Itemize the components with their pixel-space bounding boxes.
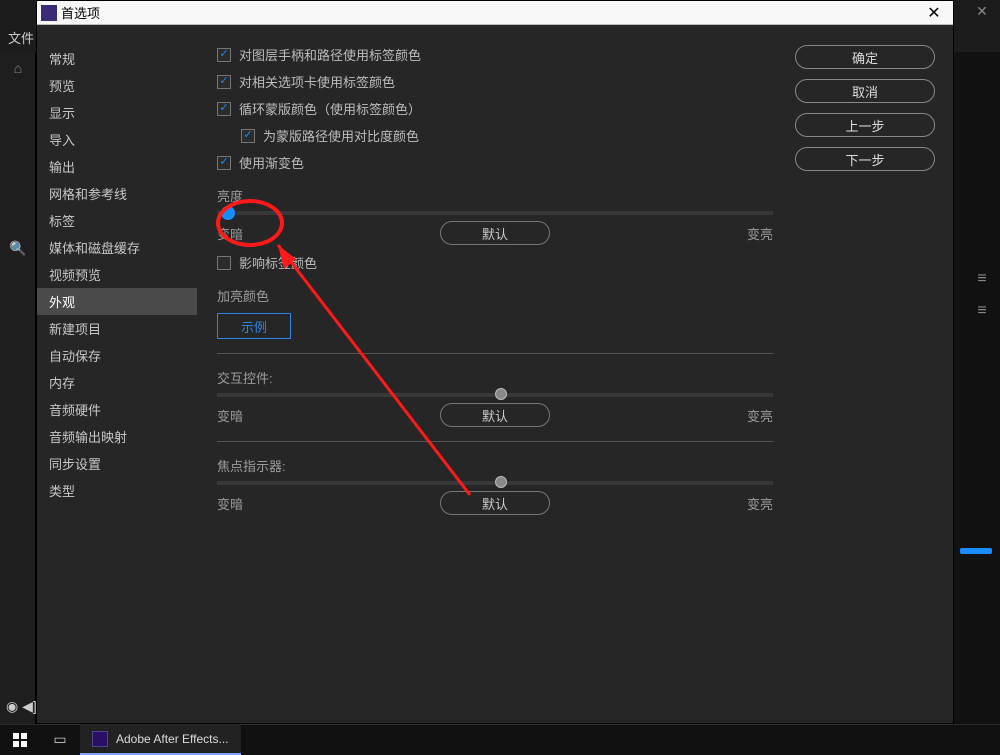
taskbar-app-after-effects[interactable]: Adobe After Effects...: [80, 725, 241, 755]
right-rail-icons: ≡ ≡: [964, 270, 1000, 334]
focus-slider[interactable]: 变暗 默认 变亮: [217, 481, 773, 515]
brightness-slider[interactable]: 变暗 默认 变亮: [217, 211, 773, 245]
taskbar-app-label: Adobe After Effects...: [116, 732, 229, 746]
sidebar-item-9[interactable]: 外观: [37, 288, 197, 315]
sidebar-item-6[interactable]: 标签: [37, 207, 197, 234]
hamburger-icon[interactable]: ≡: [964, 270, 1000, 302]
label: 对图层手柄和路径使用标签颜色: [239, 45, 421, 64]
sidebar-item-15[interactable]: 同步设置: [37, 450, 197, 477]
checkbox-affect-label-color[interactable]: [217, 256, 231, 270]
close-button[interactable]: ✕: [915, 1, 953, 25]
sidebar-item-13[interactable]: 音频硬件: [37, 396, 197, 423]
checkbox-layer-handles[interactable]: [217, 48, 231, 62]
ok-button[interactable]: 确定: [795, 45, 935, 69]
sidebar-item-12[interactable]: 内存: [37, 369, 197, 396]
search-icon[interactable]: 🔍: [0, 240, 36, 280]
checkbox-cycle-mask[interactable]: [217, 102, 231, 116]
interactive-thumb[interactable]: [495, 388, 507, 400]
left-tool-icons: ⌂ 🔍: [0, 60, 36, 280]
sidebar-item-14[interactable]: 音频输出映射: [37, 423, 197, 450]
sidebar-item-11[interactable]: 自动保存: [37, 342, 197, 369]
preferences-sidebar: 常规预览显示导入输出网格和参考线标签媒体和磁盘缓存视频预览外观新建项目自动保存内…: [37, 25, 197, 723]
sidebar-item-0[interactable]: 常规: [37, 45, 197, 72]
appearance-panel: 确定 取消 上一步 下一步 对图层手柄和路径使用标签颜色 对相关选项卡使用标签颜…: [197, 25, 953, 723]
checkbox-gradient[interactable]: [217, 156, 231, 170]
label: 影响标签颜色: [239, 253, 317, 272]
darker-label: 变暗: [217, 494, 243, 513]
action-buttons: 确定 取消 上一步 下一步: [795, 45, 935, 171]
cancel-button[interactable]: 取消: [795, 79, 935, 103]
interactive-default-button[interactable]: 默认: [440, 403, 550, 427]
sidebar-item-10[interactable]: 新建项目: [37, 315, 197, 342]
menu-file[interactable]: 文件: [8, 28, 34, 47]
darker-label: 变暗: [217, 406, 243, 425]
brightness-default-button[interactable]: 默认: [440, 221, 550, 245]
sidebar-item-3[interactable]: 导入: [37, 126, 197, 153]
separator: [217, 441, 773, 442]
sidebar-item-7[interactable]: 媒体和磁盘缓存: [37, 234, 197, 261]
separator: [217, 353, 773, 354]
sidebar-item-4[interactable]: 输出: [37, 153, 197, 180]
interactive-title: 交互控件:: [217, 368, 773, 387]
preview-toggle-icons[interactable]: ◉ ◀]: [0, 692, 37, 720]
accent-title: 加亮颜色: [217, 286, 773, 305]
prev-button[interactable]: 上一步: [795, 113, 935, 137]
ae-icon: [41, 5, 57, 21]
sidebar-item-16[interactable]: 类型: [37, 477, 197, 504]
focus-thumb[interactable]: [495, 476, 507, 488]
brighter-label: 变亮: [747, 494, 773, 513]
label: 对相关选项卡使用标签颜色: [239, 72, 395, 91]
home-icon[interactable]: ⌂: [0, 60, 36, 100]
start-button[interactable]: [0, 725, 40, 755]
accent-example-button[interactable]: 示例: [217, 313, 291, 339]
brightness-title: 亮度: [217, 186, 773, 205]
ae-icon: [92, 731, 108, 747]
annotation-circle: [216, 199, 284, 247]
sidebar-item-1[interactable]: 预览: [37, 72, 197, 99]
windows-taskbar: ▭ Adobe After Effects...: [0, 724, 1000, 754]
brighter-label: 变亮: [747, 406, 773, 425]
focus-default-button[interactable]: 默认: [440, 491, 550, 515]
right-blue-bar: [960, 548, 992, 554]
label: 循环蒙版颜色（使用标签颜色）: [239, 99, 421, 118]
label: 为蒙版路径使用对比度颜色: [263, 126, 419, 145]
sidebar-item-2[interactable]: 显示: [37, 99, 197, 126]
dialog-titlebar: 首选项 ✕: [37, 1, 953, 25]
next-button[interactable]: 下一步: [795, 147, 935, 171]
preferences-dialog: 首选项 ✕ 常规预览显示导入输出网格和参考线标签媒体和磁盘缓存视频预览外观新建项…: [36, 0, 954, 724]
hamburger-icon[interactable]: ≡: [964, 302, 1000, 334]
focus-title: 焦点指示器:: [217, 456, 773, 475]
app-close-icon[interactable]: ✕: [964, 0, 1000, 22]
checkbox-tabs-color[interactable]: [217, 75, 231, 89]
checkbox-contrast-mask[interactable]: [241, 129, 255, 143]
interactive-slider[interactable]: 变暗 默认 变亮: [217, 393, 773, 427]
sidebar-item-8[interactable]: 视频预览: [37, 261, 197, 288]
dialog-title: 首选项: [61, 3, 915, 22]
taskview-button[interactable]: ▭: [40, 725, 80, 755]
sidebar-item-5[interactable]: 网格和参考线: [37, 180, 197, 207]
brighter-label: 变亮: [747, 224, 773, 243]
label: 使用渐变色: [239, 153, 304, 172]
